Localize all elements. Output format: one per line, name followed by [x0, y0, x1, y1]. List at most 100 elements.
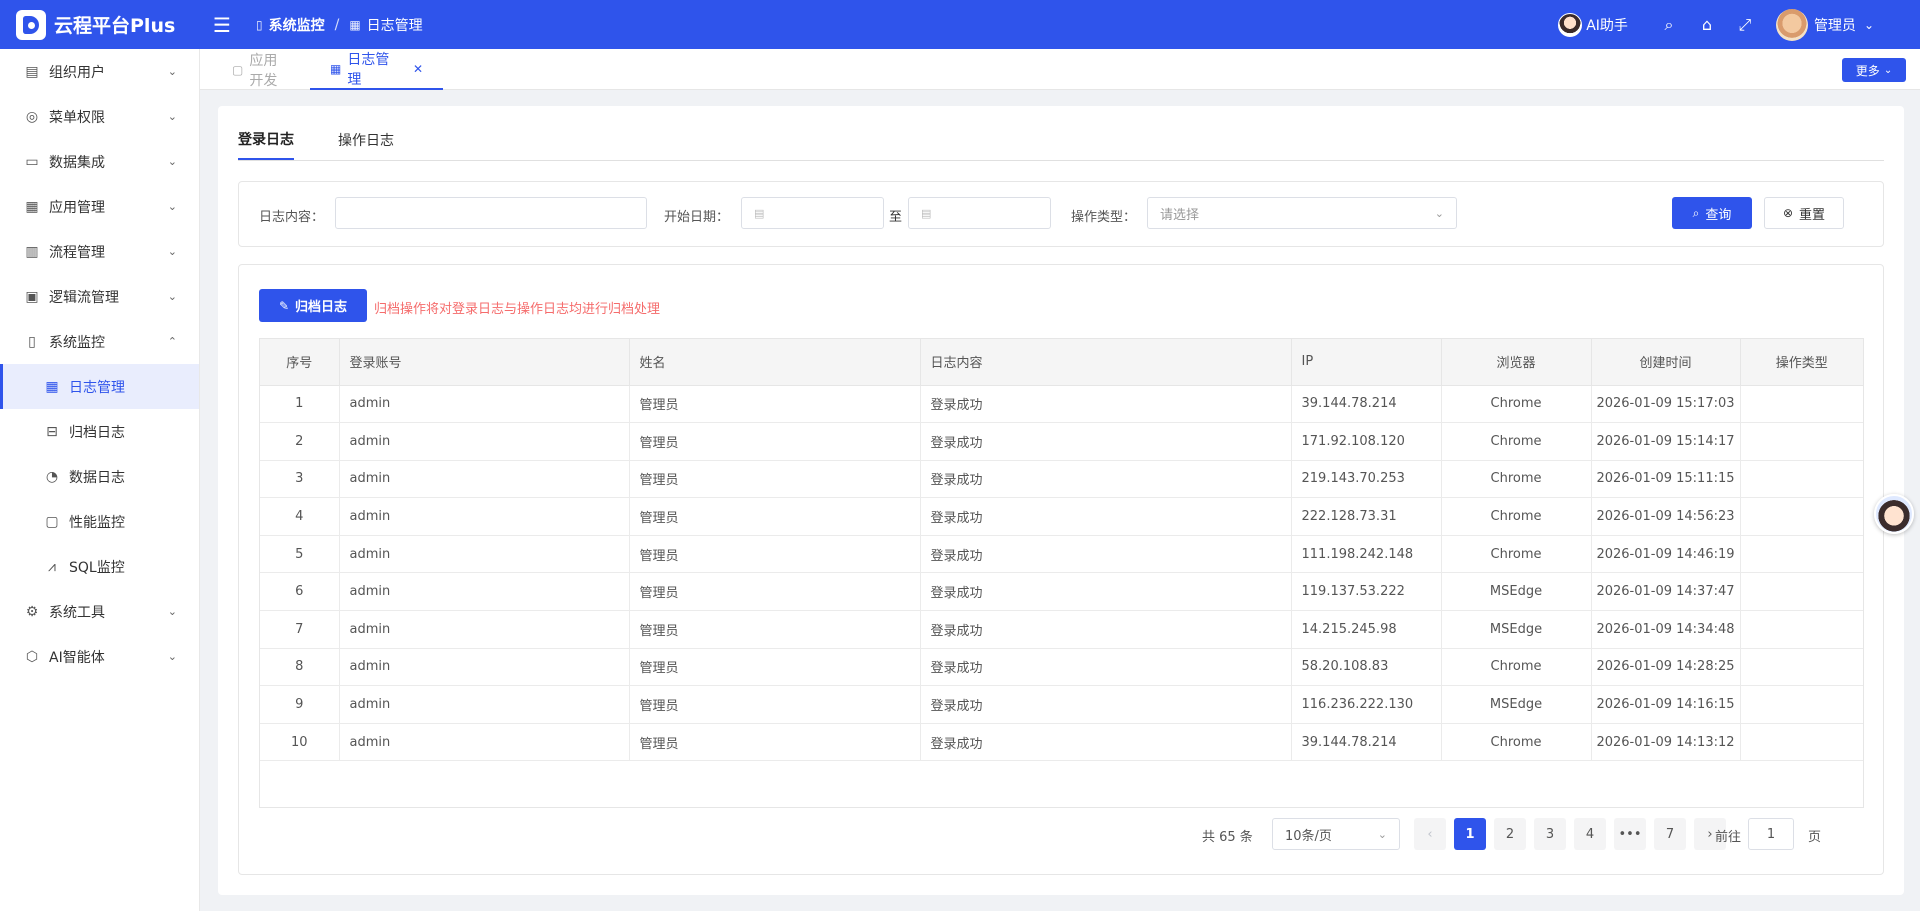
end-date-input[interactable]: ▤	[908, 197, 1051, 229]
table-cell: 登录成功	[920, 723, 1292, 762]
table-row: 7 admin 管理员 登录成功 14.215.245.98 MSEdge 2026-01-…	[260, 610, 1863, 649]
table-cell: 登录成功	[920, 610, 1292, 649]
logo-icon	[16, 9, 46, 40]
table-cell: 2026-01-09 14:28:25	[1591, 648, 1741, 687]
table-cell: 管理员	[629, 685, 921, 724]
sidebar-item-system-tools[interactable]: ⚙ 系统工具 ⌄	[0, 589, 199, 634]
archive-log-button[interactable]: ✎ 归档日志	[259, 289, 367, 322]
chevron-down-icon: ⌄	[167, 650, 177, 663]
user-menu[interactable]: 管理员 ⌄	[1775, 8, 1874, 41]
chevron-down-icon: ⌄	[167, 290, 177, 303]
search-icon[interactable]: ⌕	[1650, 15, 1688, 35]
page-button[interactable]: 3	[1534, 818, 1566, 850]
sidebar-item-flow-management[interactable]: ▥ 流程管理 ⌄	[0, 229, 199, 274]
table-cell: 2026-01-09 14:56:23	[1591, 497, 1741, 536]
query-button[interactable]: ⌕ 查询	[1672, 197, 1752, 229]
goto-page-input[interactable]: 1	[1748, 818, 1794, 850]
sidebar-item-menu-permission[interactable]: ◎ 菜单权限 ⌄	[0, 94, 199, 139]
sidebar-item-label: 组织用户	[49, 64, 105, 81]
chevron-down-icon: ⌄	[167, 110, 177, 123]
table-cell: 管理员	[629, 648, 921, 687]
table-row: 6 admin 管理员 登录成功 119.137.53.222 MSEdge 2026-01…	[260, 572, 1863, 612]
page-button[interactable]: 1	[1454, 818, 1486, 850]
sidebar-item-ai-agent[interactable]: ⬡ AI智能体 ⌄	[0, 634, 199, 679]
document-icon: ▢	[232, 62, 244, 77]
sidebar-item-data-integration[interactable]: ▭ 数据集成 ⌄	[0, 139, 199, 184]
pagination: 共 65 条 10条/页 ⌄ ‹ 1 2 3 4 ••• 7 › 前往 1 页	[239, 818, 1864, 850]
reset-button[interactable]: ⊗ 重置	[1764, 197, 1844, 229]
page-tabs: ▢ 应用开发 ▦ 日志管理 ✕ 更多 ⌄	[200, 49, 1920, 90]
table-cell: 2026-01-09 14:16:15	[1591, 685, 1741, 724]
page-button[interactable]: 7	[1654, 818, 1686, 850]
sidebar-item-app-management[interactable]: ▦ 应用管理 ⌄	[0, 184, 199, 229]
sidebar-item-label: 流程管理	[49, 244, 105, 261]
ai-assistant-float-icon[interactable]	[1874, 494, 1914, 534]
table-row: 2 admin 管理员 登录成功 171.92.108.120 Chrome 2026-01…	[260, 422, 1863, 461]
sidebar-item-label: 日志管理	[69, 379, 125, 396]
table-panel: ✎ 归档日志 归档操作将对登录日志与操作日志均进行归档处理 序号 登录账号 姓名…	[238, 264, 1884, 875]
breadcrumb-item-parent[interactable]: 系统监控	[269, 15, 325, 35]
table-cell: 58.20.108.83	[1291, 648, 1442, 687]
table-cell: 171.92.108.120	[1291, 422, 1442, 461]
chevron-down-icon: ⌄	[1883, 64, 1893, 76]
table-cell: 2	[260, 422, 340, 461]
home-icon[interactable]: ⌂	[1688, 15, 1726, 34]
fullscreen-icon[interactable]: ⤢	[1726, 15, 1764, 35]
table-cell: 9	[260, 685, 340, 724]
prev-page-button[interactable]: ‹	[1414, 818, 1446, 850]
table-cell: 119.137.53.222	[1291, 572, 1442, 612]
table-cell: 2026-01-09 15:11:15	[1591, 460, 1741, 499]
sidebar-item-log-management[interactable]: ▦ 日志管理	[0, 364, 199, 409]
sidebar-item-logic-flow[interactable]: ▣ 逻辑流管理 ⌄	[0, 274, 199, 319]
tab-log-management[interactable]: ▦ 日志管理 ✕	[310, 49, 443, 90]
table-cell: Chrome	[1441, 497, 1592, 536]
gear-icon: ⚙	[25, 603, 39, 620]
chevron-up-icon: ⌃	[167, 335, 177, 348]
page-size-select[interactable]: 10条/页 ⌄	[1272, 818, 1400, 850]
building-icon: ▤	[25, 63, 39, 80]
total-count: 共 65 条	[1202, 830, 1253, 845]
sidebar-item-archive-log[interactable]: ⊟ 归档日志	[0, 409, 199, 454]
table-cell: 管理员	[629, 572, 921, 612]
table-cell: admin	[339, 685, 630, 724]
more-button[interactable]: 更多 ⌄	[1842, 58, 1906, 82]
sidebar-item-org-users[interactable]: ▤ 组织用户 ⌄	[0, 49, 199, 94]
page-button[interactable]: 4	[1574, 818, 1606, 850]
tab-login-log[interactable]: 登录日志	[238, 105, 294, 160]
table-cell: Chrome	[1441, 723, 1592, 762]
table-row: 4 admin 管理员 登录成功 222.128.73.31 Chrome 2026-01-…	[260, 497, 1863, 536]
chevron-down-icon: ⌄	[1434, 206, 1444, 220]
page-size-value: 10条/页	[1285, 828, 1332, 844]
tab-app-development[interactable]: ▢ 应用开发	[212, 49, 310, 90]
page-button[interactable]: 2	[1494, 818, 1526, 850]
tab-operation-log[interactable]: 操作日志	[338, 105, 394, 160]
operation-type-select[interactable]: 请选择 ⌄	[1147, 197, 1457, 229]
table-cell: 2026-01-09 14:13:12	[1591, 723, 1741, 762]
chevron-down-icon: ⌄	[167, 65, 177, 78]
ai-assistant-button[interactable]: AI助手	[1558, 12, 1628, 37]
sidebar-item-performance-monitor[interactable]: ▢ 性能监控	[0, 499, 199, 544]
close-icon[interactable]: ✕	[413, 62, 423, 76]
sidebar-item-sql-monitor[interactable]: ⩘ SQL监控	[0, 544, 199, 589]
table-cell: 39.144.78.214	[1291, 723, 1442, 762]
start-date-input[interactable]: ▤	[741, 197, 884, 229]
brand[interactable]: 云程平台Plus	[0, 9, 200, 40]
monitor-icon: ▯	[256, 17, 263, 32]
content-label: 日志内容：	[259, 210, 325, 225]
table-cell	[1740, 572, 1863, 612]
table-cell: Chrome	[1441, 385, 1592, 424]
calendar-icon: ▤	[921, 206, 932, 220]
table-row: 9 admin 管理员 登录成功 116.236.222.130 MSEdge 2026-0…	[260, 685, 1863, 724]
logic-icon: ▣	[25, 288, 39, 305]
select-placeholder: 请选择	[1160, 207, 1200, 223]
more-pages-button[interactable]: •••	[1614, 818, 1646, 850]
chevron-down-icon: ⌄	[1377, 827, 1387, 841]
sidebar-item-label: 菜单权限	[49, 109, 105, 126]
content-input[interactable]	[335, 197, 647, 229]
table-cell	[1740, 497, 1863, 536]
table-cell	[1740, 460, 1863, 499]
table-cell: 管理员	[629, 723, 921, 762]
sidebar-item-system-monitor[interactable]: ▯ 系统监控 ⌃	[0, 319, 199, 364]
sidebar-item-data-log[interactable]: ◔ 数据日志	[0, 454, 199, 499]
menu-toggle-icon[interactable]: ☰	[210, 13, 234, 37]
